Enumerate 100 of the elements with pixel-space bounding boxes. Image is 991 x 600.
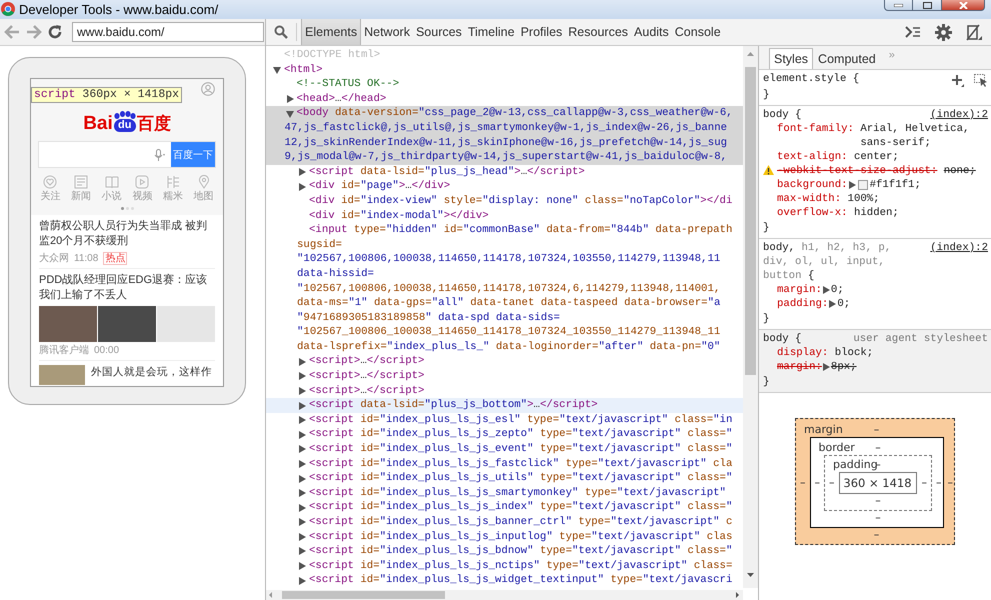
expand-triangle-icon[interactable] [298, 372, 306, 380]
dom-tree-item[interactable]: <script id="index_plus_ls_js_event" type="text/javascript" class=" [266, 442, 743, 457]
dom-tree-item[interactable]: <script id="index_plus_ls_js_inputlog" type="text/javascript" clas [266, 530, 743, 544]
dom-tree-item[interactable]: <script id="index_plus_ls_js_fastclick" type="text/javascript" cla [266, 456, 743, 472]
dom-tree-item[interactable]: <script>…</script> [266, 354, 743, 370]
css-property-name[interactable]: padding: [777, 297, 828, 311]
horizontal-scrollbar[interactable] [266, 590, 743, 600]
css-property-value[interactable]: 8px; [830, 360, 988, 374]
dom-tree-item[interactable]: <div id="page">…</div> [266, 179, 743, 194]
news-title[interactable]: 曾荫权公职人员行为失当罪成 被判监20个月不获缓刑 [39, 219, 215, 249]
dom-tree-item[interactable]: <script id="index_plus_ls_js_utils" type="text/javascript" class=" [266, 471, 743, 486]
expand-triangle-icon[interactable] [298, 532, 306, 541]
dom-tree-item[interactable]: <script id="index_plus_ls_js_nctips" type="text/javascript" class= [266, 558, 743, 574]
search-field[interactable]: 百度一下 [38, 141, 216, 168]
expand-triangle-icon[interactable] [829, 300, 836, 308]
plus-icon[interactable] [952, 74, 964, 86]
url-field[interactable]: www.baidu.com/ [72, 22, 264, 42]
css-property-name[interactable]: max-width: [777, 192, 842, 206]
collapse-triangle-icon[interactable] [273, 66, 281, 74]
css-property-value[interactable]: block; [834, 346, 988, 360]
expand-triangle-icon[interactable] [286, 95, 294, 104]
prompt-list-icon[interactable] [905, 26, 921, 38]
dom-tree-item[interactable]: <script data-lsid="plus_js_head">…</script> [266, 164, 743, 180]
dom-tree-item[interactable]: <script id="index_plus_ls_js_zepto" type="text/javascript" class=" [266, 427, 743, 442]
panel-tab[interactable]: Resources [565, 19, 632, 45]
expand-triangle-icon[interactable] [298, 504, 306, 512]
expand-triangle-icon[interactable] [298, 168, 306, 176]
css-property-name[interactable]: margin: [777, 360, 822, 374]
expand-triangle-icon[interactable] [298, 547, 306, 556]
expand-triangle-icon[interactable] [298, 182, 306, 191]
dom-tree-item[interactable]: <script id="index_plus_ls_js_widget_textinput" type="text/javascri [266, 573, 743, 588]
css-property-name[interactable]: margin: [777, 283, 822, 297]
css-property-value[interactable]: none; [944, 164, 988, 178]
css-property-name[interactable]: text-align: [777, 150, 848, 164]
vertical-scrollbar[interactable] [743, 46, 758, 588]
dom-tree-item[interactable]: <div id="index-view" style="display: none" class="noTapColor"></di [266, 194, 743, 209]
color-swatch[interactable] [858, 180, 868, 190]
css-property-value[interactable]: 100%; [848, 192, 988, 206]
css-property-value[interactable]: 0; [837, 297, 988, 311]
expand-triangle-icon[interactable] [822, 363, 830, 371]
expand-triangle-icon[interactable] [298, 386, 306, 395]
panel-tab[interactable]: Network [361, 19, 413, 45]
sidebar-tab[interactable]: Styles [769, 48, 814, 69]
microphone-icon[interactable] [153, 148, 165, 160]
css-property-value[interactable]: center; [854, 150, 988, 164]
dom-tree-item[interactable]: <script id="index_plus_ls_js_bdnow" type="text/javascript" class=" [266, 544, 743, 559]
expand-triangle-icon[interactable] [298, 576, 306, 585]
css-property-value[interactable]: Arial, Helvetica, sans-serif; [860, 122, 988, 150]
expand-triangle-icon[interactable] [298, 430, 306, 439]
source-link[interactable]: (index):2 [930, 108, 988, 122]
dom-tree-item[interactable]: <head>…</head> [266, 92, 743, 106]
expand-triangle-icon[interactable] [298, 460, 306, 468]
dom-tree-item[interactable]: <script>…</script> [266, 384, 743, 398]
dom-tree-item[interactable]: <body data-version="css_page_2@w-13,css_callapp@w-3,css_weather@w-6, 47,js_fastclick@,js_utils@,js_smartymonkey@w-1,js_index@w-26,js_banne 12,js_skinRenderIndex@w-11,js_skinIphone@w-16,js_prefetch@w-14,js_sug 9,js_modal@w-7,js_thirdparty@w-14,js_superstart@w-41,js_baiduloc@w-8, [266, 106, 743, 165]
expand-triangle-icon[interactable] [822, 286, 830, 294]
css-property-name[interactable]: overflow-x: [777, 206, 848, 220]
news-title[interactable]: PDD战队经理回应EDG退赛：应该我们上输了不丢人 [39, 273, 215, 303]
device-mode-icon[interactable] [966, 24, 982, 40]
expand-triangle-icon[interactable] [298, 562, 306, 570]
expand-triangle-icon[interactable] [298, 474, 306, 483]
css-property-name[interactable]: display: [777, 346, 828, 360]
expand-triangle-icon[interactable] [298, 445, 306, 454]
css-property-name[interactable]: font-family: [777, 122, 854, 136]
search-button[interactable]: 百度一下 [171, 142, 215, 167]
element-picker-icon[interactable] [974, 74, 988, 87]
css-property-name[interactable]: background: [777, 178, 848, 192]
dom-tree-item[interactable]: <script>…</script> [266, 369, 743, 384]
css-property-value[interactable]: hidden; [854, 206, 988, 220]
news-title[interactable]: 外国人就是会玩，这样作 [91, 365, 212, 385]
source-link[interactable]: (index):2 [930, 241, 988, 255]
expand-triangle-icon[interactable] [298, 518, 306, 526]
search-icon[interactable] [274, 25, 288, 39]
dom-tree-item[interactable]: <html> [266, 62, 743, 78]
dom-tree-item[interactable]: <!--STATUS OK--> [266, 77, 743, 92]
minimize-button[interactable] [884, 0, 913, 11]
expand-triangle-icon[interactable] [298, 416, 306, 424]
dom-tree-item[interactable]: <input type="hidden" id="commonBase" data-from="844b" data-prepath sugsid= "102567,100806,100038,114650,114178,107324,103550,114279,113948,11 data-hissid= "102567,100806,100038,114650,114178,107324,6,114279,113948,114001, data-ms="1" data-gps="all" data-tanet data-taspeed data-browser="a "9471689305183189858" data-spd data-sids= "102567_100806_100038_114650_114178_107324_103550_114279_113948_11 data-lsprefix="index_plus_ls_" data-loginorder="after" data-pn="0" [266, 223, 743, 354]
panel-tab[interactable]: Sources [412, 19, 465, 45]
expand-triangle-icon[interactable] [298, 489, 306, 498]
panel-tab[interactable]: Console [672, 19, 724, 45]
dom-tree-item[interactable]: <script id="index_plus_ls_js_esl" type="text/javascript" class="in [266, 412, 743, 428]
dom-tree-item[interactable]: <script id="index_plus_ls_js_smartymonkey" type="text/javascript" [266, 486, 743, 500]
expand-triangle-icon[interactable] [298, 358, 306, 366]
close-button[interactable] [942, 0, 985, 11]
maximize-button[interactable] [913, 0, 942, 11]
panel-tab[interactable]: Elements [301, 19, 362, 45]
page-dot[interactable] [120, 207, 124, 210]
panel-tab[interactable]: Audits [631, 19, 672, 45]
dom-tree-item[interactable]: <script id="index_plus_ls_js_index" type="text/javascript" class=" [266, 500, 743, 515]
css-property-value[interactable]: #f1f1f1; [870, 178, 988, 192]
css-property-value[interactable]: 0; [830, 283, 988, 297]
css-property-name[interactable]: -webkit-text-size-adjust: [777, 164, 938, 178]
sidebar-tab[interactable]: Computed [813, 48, 881, 69]
panel-tab[interactable]: Timeline [464, 19, 518, 45]
dom-tree-item[interactable]: <script id="index_plus_ls_js_banner_ctrl" type="text/javascript" c [266, 515, 743, 530]
settings-icon[interactable] [935, 24, 952, 40]
dom-tree-item[interactable]: <script data-lsid="plus_js_bottom">…</script> [266, 398, 743, 413]
collapse-triangle-icon[interactable] [286, 110, 294, 118]
reload-icon[interactable] [48, 25, 62, 39]
dom-tree-item[interactable]: <div id="index-modal"></div> [266, 208, 743, 224]
